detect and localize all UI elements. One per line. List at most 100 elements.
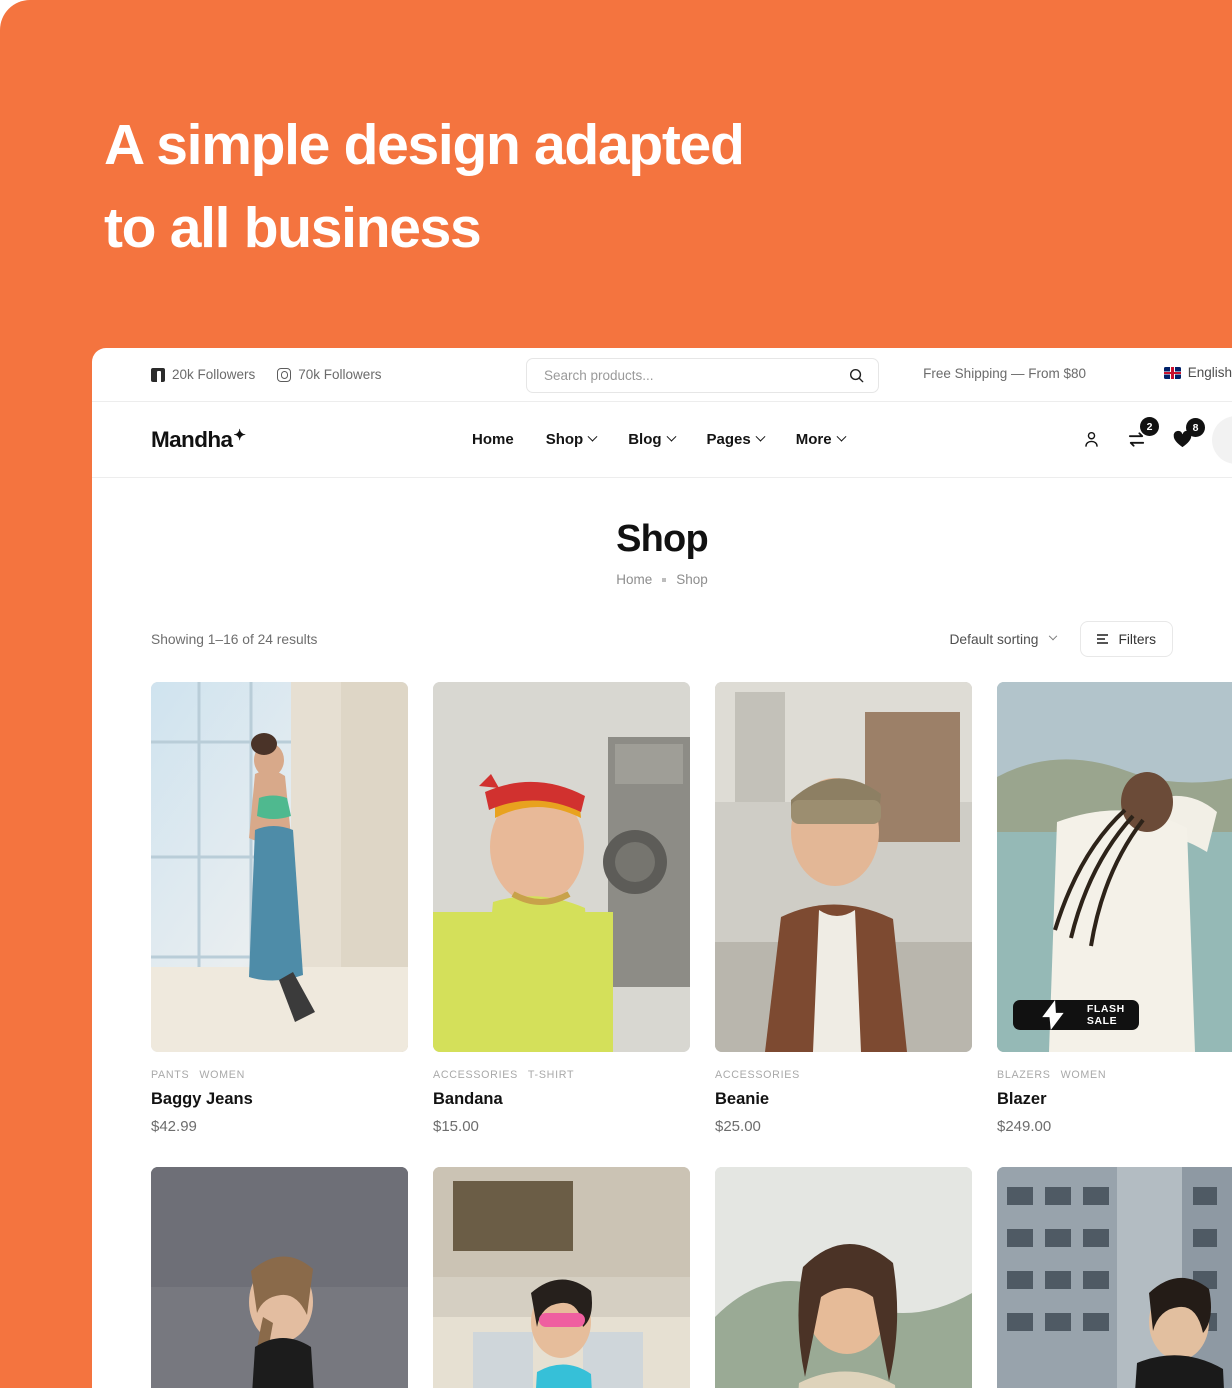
wishlist-button[interactable]: 8 [1172,418,1205,449]
flash-sale-label: FLASH SALE [1086,1003,1125,1027]
nav-item-shop-label: Shop [545,431,584,448]
nav-menu: Home Shop Blog Pages More [472,431,847,448]
results-count: Showing 1–16 of 24 results [151,631,318,647]
instagram-icon [277,367,292,382]
account-button[interactable] [1082,430,1101,449]
product-photo-row2-3 [715,1167,972,1388]
nav-item-more[interactable]: More [795,431,847,448]
product-category[interactable]: Pants [151,1069,189,1081]
facebook-followers-label: 20k Followers [172,367,256,382]
search-box[interactable] [526,358,879,393]
product-categories: Accessories [715,1069,972,1081]
product-photo-row2-2 [433,1167,690,1388]
promo-headline: A simple design adapted to all business [104,104,1004,269]
breadcrumb-shop: Shop [676,572,708,587]
product-photo-bandana [433,682,690,1052]
search-button[interactable] [849,368,864,383]
chevron-down-icon [836,431,847,442]
product-name[interactable]: Baggy Jeans [151,1090,408,1109]
page-title: Shop [616,518,709,560]
nav-item-blog[interactable]: Blog [628,431,676,448]
product-name[interactable]: Blazer [997,1090,1232,1109]
product-price: $15.00 [433,1118,479,1135]
product-category[interactable]: Women [199,1069,245,1081]
breadcrumb: Home Shop [92,572,1232,587]
instagram-followers-label: 70k Followers [298,367,382,382]
product-price: $249.00 [997,1118,1052,1135]
product-grid: Pants Women Baggy Jeans $42.99 [151,682,1232,1388]
product-card[interactable]: Pants Women Baggy Jeans $42.99 [151,682,408,1135]
product-photo-beanie [715,682,972,1052]
filters-button[interactable]: Filters [1080,621,1173,657]
compare-badge: 2 [1140,417,1159,436]
product-card[interactable] [151,1167,408,1388]
site-logo-text: Mandha [151,426,233,452]
product-photo-row2-4 [997,1167,1232,1388]
product-category[interactable]: Accessories [433,1069,518,1081]
nav-item-home[interactable]: Home [472,431,514,448]
search-icon [849,368,864,383]
nav-item-pages-label: Pages [706,431,751,448]
chevron-down-icon [1049,631,1058,641]
nav-item-shop[interactable]: Shop [545,431,598,448]
nav-item-more-label: More [795,431,832,448]
header-actions: 2 8 3 [1082,415,1232,464]
language-label: English [1187,365,1232,380]
shop-toolbar: Showing 1–16 of 24 results Default sorti… [151,621,1173,657]
promo-headline-line-1: A simple design adapted [104,113,745,177]
product-card[interactable]: Accessories T-Shirt Bandana $15.00 [433,682,690,1135]
product-image[interactable] [715,1167,972,1388]
product-name[interactable]: Bandana [433,1090,690,1109]
sparkle-icon: ✦ [233,426,246,444]
utility-topbar: 20k Followers 70k Followers Free Shippin… [92,348,1232,402]
promo-headline-line-2: to all business [104,195,482,260]
facebook-icon [151,367,165,382]
product-card[interactable]: Accessories Beanie $25.00 [715,682,972,1135]
nav-item-pages[interactable]: Pages [706,431,766,448]
product-image[interactable] [433,682,690,1052]
chevron-down-icon [755,431,766,442]
product-photo-row2-1 [151,1167,408,1388]
page-header: Shop Home Shop [92,478,1232,587]
product-card[interactable] [997,1167,1232,1388]
chevron-down-icon [587,431,598,442]
toolbar-controls: Default sorting Filters [949,621,1173,657]
filters-label: Filters [1118,631,1156,647]
compare-button[interactable]: 2 [1126,417,1159,450]
facebook-followers[interactable]: 20k Followers [151,367,255,382]
site-logo[interactable]: Mandha ✦ [151,426,246,453]
product-categories: Pants Women [151,1069,408,1081]
product-photo-baggy-jeans [151,682,408,1052]
product-image[interactable]: FLASH SALE [997,682,1232,1052]
search-input[interactable] [544,368,814,383]
product-image[interactable] [715,682,972,1052]
sorting-label: Default sorting [949,631,1039,647]
social-links: 20k Followers 70k Followers [151,367,382,382]
website-preview-panel: 20k Followers 70k Followers Free Shippin… [92,348,1232,1388]
instagram-followers[interactable]: 70k Followers [277,367,382,382]
product-category[interactable]: Blazers [997,1069,1051,1081]
nav-item-home-label: Home [472,431,514,448]
product-image[interactable] [151,1167,408,1388]
product-image[interactable] [433,1167,690,1388]
nav-item-blog-label: Blog [628,431,662,448]
floating-action-button[interactable] [1212,415,1232,464]
product-card[interactable] [433,1167,690,1388]
product-card[interactable]: FLASH SALE Blazers Women Blazer $249.00 [997,682,1232,1135]
sorting-dropdown[interactable]: Default sorting [949,631,1058,647]
product-image[interactable] [151,682,408,1052]
main-navigation: Mandha ✦ Home Shop Blog Pages More 2 8 [92,402,1232,478]
product-category[interactable]: Women [1061,1069,1107,1081]
breadcrumb-home[interactable]: Home [616,572,652,587]
product-categories: Blazers Women [997,1069,1232,1081]
product-name[interactable]: Beanie [715,1090,972,1109]
product-image[interactable] [997,1167,1232,1388]
product-price: $25.00 [715,1118,761,1135]
filter-lines-icon [1097,634,1109,644]
product-category[interactable]: Accessories [715,1069,800,1081]
product-card[interactable] [715,1167,972,1388]
lightning-bolt-icon [1042,1000,1064,1030]
product-category[interactable]: T-Shirt [528,1069,574,1081]
product-price: $42.99 [151,1118,197,1135]
language-selector[interactable]: English [1163,365,1232,380]
